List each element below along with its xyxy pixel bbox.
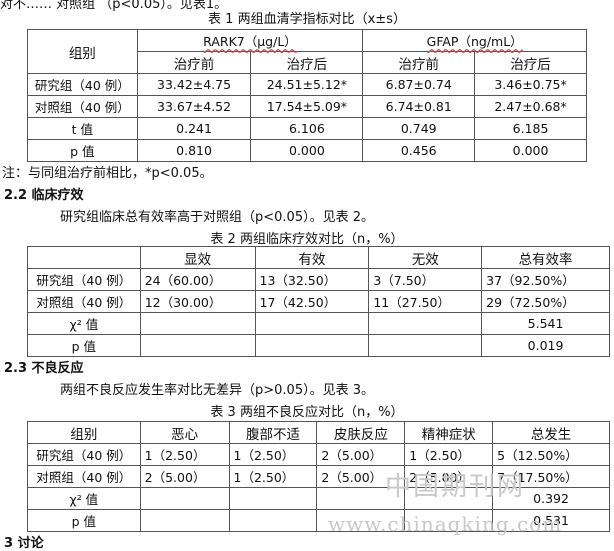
table-cell: 5.541 xyxy=(481,312,610,335)
table-cell: 11（27.50） xyxy=(368,290,483,313)
table1-rark7-header: RARK7（μg/L） xyxy=(136,29,364,52)
bottom-fragment-text: 3 讨论 xyxy=(4,536,44,551)
table-cell xyxy=(254,312,370,335)
table-cell: 2.47±0.68* xyxy=(474,95,587,118)
table3-header-cell: 腹部不适 xyxy=(228,421,318,444)
table3-header-cell: 总发生 xyxy=(492,421,610,444)
table-row: p 值 0.810 0.000 0.456 0.000 xyxy=(27,139,587,162)
table1-gfap-after: 治疗后 xyxy=(474,51,587,74)
table-cell: 37（92.50%） xyxy=(481,268,610,291)
table1-caption: 表 1 两组血清学指标对比（x±s） xyxy=(208,12,406,27)
table-cell: 0.000 xyxy=(474,139,587,162)
table-cell: 0.019 xyxy=(481,334,610,357)
table-cell: 6.185 xyxy=(474,117,587,140)
table-cell: 6.74±0.81 xyxy=(362,95,476,118)
table-cell: 29（72.50%） xyxy=(481,290,610,313)
table3-header-cell: 精神症状 xyxy=(404,421,494,444)
table-cell: 3.46±0.75* xyxy=(474,73,587,96)
table-cell: 12（30.00） xyxy=(139,290,256,313)
section-2-3-body: 两组不良反应发生率对比无差异（p>0.05）。见表 3。 xyxy=(60,383,374,398)
table2-header-cell: 显效 xyxy=(139,246,256,269)
row-label: 对照组（40 例） xyxy=(27,95,138,118)
row-label: 对照组（40 例） xyxy=(27,290,141,313)
table-cell: 1（2.50） xyxy=(139,443,230,466)
table-row: t 值 0.241 6.106 0.749 6.185 xyxy=(27,117,587,140)
table1-note: 注：与同组治疗前相比，*p<0.05。 xyxy=(2,166,213,181)
table2: 显效 有效 无效 总有效率 研究组（40 例） 24（60.00） 13（32.… xyxy=(27,246,610,357)
row-label: p 值 xyxy=(27,139,138,162)
table-cell xyxy=(139,509,230,532)
table-cell: 3（7.50） xyxy=(368,268,483,291)
table2-caption: 表 2 两组临床疗效对比（n，%） xyxy=(210,232,404,247)
table-cell: 17（42.50） xyxy=(254,290,370,313)
watermark-chinese: 中国期刊网 xyxy=(385,472,526,502)
row-label: 研究组（40 例） xyxy=(27,443,141,466)
table-cell: 1（2.50） xyxy=(228,465,318,488)
table-cell: 24.51±5.12* xyxy=(250,73,364,96)
table3-header-group: 组别 xyxy=(27,421,141,444)
table-cell: 0.810 xyxy=(136,139,252,162)
table-cell xyxy=(139,312,256,335)
table-row: 研究组（40 例） 24（60.00） 13（32.50） 3（7.50） 37… xyxy=(27,268,610,291)
table-cell xyxy=(139,487,230,510)
table-row: χ² 值 5.541 xyxy=(27,312,610,335)
section-2-2-heading: 2.2 临床疗效 xyxy=(4,188,84,203)
table-row: p 值 0.019 xyxy=(27,334,610,357)
table-cell: 24（60.00） xyxy=(139,268,256,291)
table-cell: 0.241 xyxy=(136,117,252,140)
table3-caption: 表 3 两组不良反应对比（n，%） xyxy=(210,405,404,420)
section-2-3-heading: 2.3 不良反应 xyxy=(4,361,84,376)
table-cell: 2（5.00） xyxy=(139,465,230,488)
row-label: 研究组（40 例） xyxy=(27,268,141,291)
table-row: 研究组（40 例） 1（2.50） 1（2.50） 2（5.00） 1（2.50… xyxy=(27,443,610,466)
table-cell: 33.42±4.75 xyxy=(136,73,252,96)
table-cell: 0.000 xyxy=(250,139,364,162)
table1-group-header: 组别 xyxy=(27,29,138,74)
table1: 组别 RARK7（μg/L） GFAP（ng/mL） 治疗前 治疗后 治疗前 治… xyxy=(27,29,587,162)
table-cell xyxy=(228,487,318,510)
table-cell: 0.456 xyxy=(362,139,476,162)
table1-gfap-header: GFAP（ng/mL） xyxy=(362,29,587,52)
table-cell xyxy=(139,334,256,357)
table-cell: 2（5.00） xyxy=(316,443,406,466)
row-label: t 值 xyxy=(27,117,138,140)
table2-header-cell: 无效 xyxy=(368,246,483,269)
table3-header-cell: 恶心 xyxy=(139,421,230,444)
table-cell: 6.87±0.74 xyxy=(362,73,476,96)
table1-rark7-before: 治疗前 xyxy=(136,51,252,74)
table2-header-cell: 总有效率 xyxy=(481,246,610,269)
section-2-2-body: 研究组临床总有效率高于对照组（p<0.05）。见表 2。 xyxy=(60,210,374,225)
row-label: 对照组（40 例） xyxy=(27,465,141,488)
table-cell: 33.67±4.52 xyxy=(136,95,252,118)
row-label: χ² 值 xyxy=(27,487,141,510)
table2-header-cell: 有效 xyxy=(254,246,370,269)
table-row: 对照组（40 例） 12（30.00） 17（42.50） 11（27.50） … xyxy=(27,290,610,313)
table-cell: 5（12.50%） xyxy=(492,443,610,466)
table1-gfap-before: 治疗前 xyxy=(362,51,476,74)
watermark-url: www.chinaqking.com xyxy=(328,512,563,536)
table1-rark7-after: 治疗后 xyxy=(250,51,364,74)
table-cell: 17.54±5.09* xyxy=(250,95,364,118)
table-cell: 13（32.50） xyxy=(254,268,370,291)
table-cell: 6.106 xyxy=(250,117,364,140)
table-row: 对照组（40 例） 33.67±4.52 17.54±5.09* 6.74±0.… xyxy=(27,95,587,118)
table-cell xyxy=(228,509,318,532)
row-label: p 值 xyxy=(27,509,141,532)
table-cell xyxy=(368,312,483,335)
row-label: χ² 值 xyxy=(27,312,141,335)
table-row: 研究组（40 例） 33.42±4.75 24.51±5.12* 6.87±0.… xyxy=(27,73,587,96)
row-label: p 值 xyxy=(27,334,141,357)
table-cell xyxy=(368,334,483,357)
row-label: 研究组（40 例） xyxy=(27,73,138,96)
table3-header-cell: 皮肤反应 xyxy=(316,421,406,444)
table2-header-empty xyxy=(27,246,141,269)
table-cell: 1（2.50） xyxy=(404,443,494,466)
table-cell: 1（2.50） xyxy=(228,443,318,466)
table-cell: 0.749 xyxy=(362,117,476,140)
table-cell xyxy=(254,334,370,357)
